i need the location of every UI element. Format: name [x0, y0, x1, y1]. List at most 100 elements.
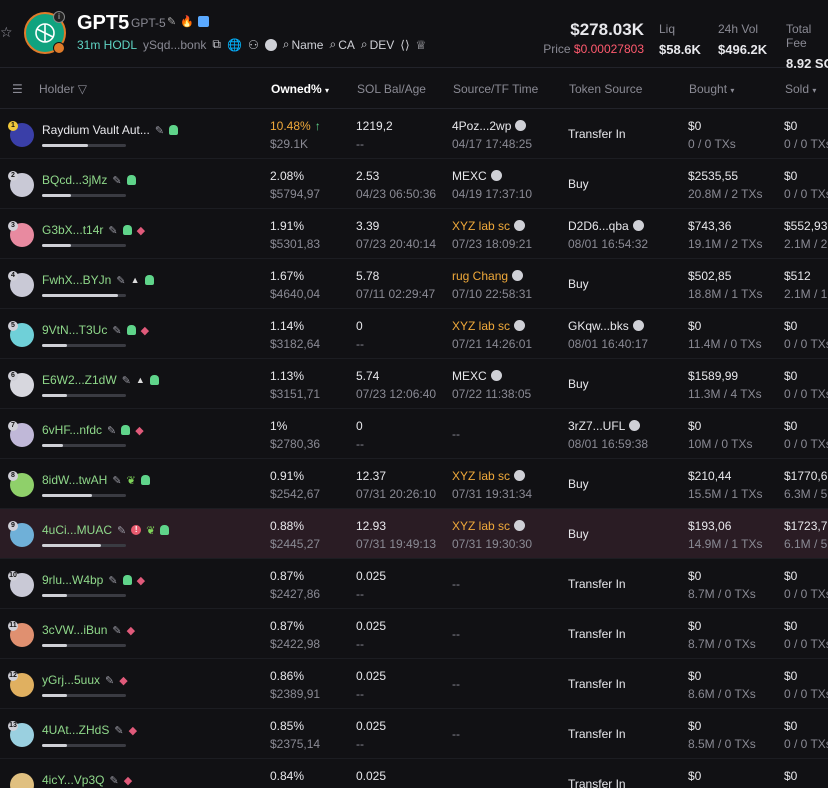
- coin-icon[interactable]: [264, 38, 277, 51]
- bought-value: $0: [688, 569, 702, 583]
- holder-name[interactable]: 4icY...Vp3Q: [42, 773, 104, 787]
- holding-bar-fill: [42, 394, 68, 397]
- user-icon: [122, 575, 132, 585]
- holder-name-cell[interactable]: G3bX...t14r ✎ ◆: [42, 223, 145, 237]
- exchange-icon: [632, 220, 644, 231]
- token-source: Buy: [568, 277, 589, 291]
- edit-icon[interactable]: ✎: [116, 274, 125, 287]
- holder-name[interactable]: 6vHF...nfdc: [42, 423, 102, 437]
- crown-icon[interactable]: ♕: [416, 38, 427, 52]
- holder-name-cell[interactable]: FwhX...BYJn ✎ ▲: [42, 273, 154, 287]
- search-icon: ⌕: [329, 37, 337, 51]
- col-sold[interactable]: Sold ▾: [785, 82, 816, 96]
- edit-icon[interactable]: ✎: [109, 774, 118, 787]
- holder-name[interactable]: G3bX...t14r: [42, 223, 103, 237]
- holder-name-cell[interactable]: 8idW...twAH ✎ ❦: [42, 473, 150, 487]
- funding-time: 07/10 22:58:31: [452, 287, 533, 301]
- owned-usd: $3182,64: [270, 337, 321, 351]
- holder-name[interactable]: yGrj...5uux: [42, 673, 100, 687]
- search-name-button[interactable]: ⌕ Name: [283, 37, 324, 52]
- table-row[interactable]: 6 E6W2...Z1dW ✎ ▲ 1.13% $3151,71 5.74 07/23 12:…: [0, 359, 828, 409]
- holder-name[interactable]: 9VtN...T3Uc: [42, 323, 107, 337]
- token-subtitle: GPT-5: [131, 16, 166, 30]
- table-row[interactable]: 5 9VtN...T3Uc ✎ ◆ 1.14% $3182,64 0 -- XYZ lab sc…: [0, 309, 828, 359]
- col-sol-bal[interactable]: SOL Bal/Age: [357, 82, 426, 96]
- edit-icon[interactable]: ✎: [117, 524, 126, 537]
- table-row[interactable]: 4 FwhX...BYJn ✎ ▲ 1.67% $4640,04 5.78 07/11 02:…: [0, 259, 828, 309]
- funding-source: XYZ lab sc: [452, 469, 526, 483]
- settings-sliders-icon[interactable]: ☰: [12, 82, 23, 96]
- table-row[interactable]: 13 4UAt...ZHdS ✎ ◆ 0.85% $2375,14 0.025 -- -- Tra…: [0, 709, 828, 759]
- table-row[interactable]: 11 3cVW...iBun ✎ ◆ 0.87% $2422,98 0.025 -- -- Tra…: [0, 609, 828, 659]
- table-row[interactable]: 3 G3bX...t14r ✎ ◆ 1.91% $5301,83 3.39 07/23 20:…: [0, 209, 828, 259]
- holder-name-cell[interactable]: yGrj...5uux ✎ ◆: [42, 673, 128, 687]
- edit-icon[interactable]: ✎: [114, 724, 123, 737]
- edit-icon[interactable]: ✎: [112, 624, 121, 637]
- table-row[interactable]: 9 4uCi...MUAC ✎! ❦ 0.88% $2445,27 12.93 07/31 1…: [0, 509, 828, 559]
- holder-name-cell[interactable]: BQcd...3jMz ✎: [42, 173, 136, 187]
- holder-name[interactable]: FwhX...BYJn: [42, 273, 111, 287]
- table-row[interactable]: 8 8idW...twAH ✎ ❦ 0.91% $2542,67 12.37 07/31 20…: [0, 459, 828, 509]
- holder-name-cell[interactable]: E6W2...Z1dW ✎ ▲: [42, 373, 159, 387]
- user-icon: [122, 225, 132, 235]
- col-source[interactable]: Source/TF Time: [453, 82, 538, 96]
- holder-name-cell[interactable]: 9VtN...T3Uc ✎ ◆: [42, 323, 149, 337]
- bought-value: $502,85: [688, 269, 732, 283]
- copy-icon[interactable]: ⧉: [212, 37, 221, 52]
- sold-value: $0: [784, 369, 798, 383]
- funding-source: XYZ lab sc: [452, 319, 526, 333]
- edit-icon[interactable]: ✎: [122, 374, 131, 387]
- token-source: D2D6...qba: [568, 219, 644, 233]
- holder-name[interactable]: Raydium Vault Aut...: [42, 123, 150, 137]
- hodl-time: 31m HODL: [77, 37, 138, 52]
- holder-name[interactable]: 4uCi...MUAC: [42, 523, 112, 537]
- holder-name-cell[interactable]: 4icY...Vp3Q ✎ ◆: [42, 773, 132, 787]
- edit-icon[interactable]: ✎: [155, 124, 164, 137]
- table-row[interactable]: 4icY...Vp3Q ✎ ◆ 0.84% 0.025 Transfer In $0 $0: [0, 759, 828, 788]
- search-ca-button[interactable]: ⌕ CA: [329, 37, 354, 52]
- edit-icon[interactable]: ✎: [167, 15, 176, 28]
- contract-address[interactable]: ySqd...bonk: [143, 38, 206, 52]
- holding-bar-fill: [42, 744, 68, 747]
- globe-icon[interactable]: 🌐: [227, 38, 242, 52]
- col-bought[interactable]: Bought ▾: [689, 82, 734, 96]
- funding-source: --: [452, 677, 460, 691]
- table-row[interactable]: 10 9rlu...W4bp ✎ ◆ 0.87% $2427,86 0.025 -- -- Tra…: [0, 559, 828, 609]
- sprout-icon: ❦: [146, 524, 156, 537]
- col-owned[interactable]: Owned% ▾: [271, 82, 329, 96]
- table-row[interactable]: 1 Raydium Vault Aut... ✎ 10.48% ↑ $29.1K 1219,…: [0, 109, 828, 159]
- holder-name-cell[interactable]: Raydium Vault Aut... ✎: [42, 123, 179, 137]
- owned-percent: 0.85%: [270, 719, 305, 733]
- share-icon[interactable]: ⟨⟩: [400, 38, 409, 52]
- holder-name-cell[interactable]: 4UAt...ZHdS ✎ ◆: [42, 723, 137, 737]
- holding-bar: [42, 244, 126, 247]
- col-holder[interactable]: Holder ▽: [39, 82, 87, 96]
- bought-txs: 8.7M / 0 TXs: [688, 637, 756, 651]
- holder-name[interactable]: 8idW...twAH: [42, 473, 107, 487]
- search-dev-button[interactable]: ⌕ DEV: [361, 37, 394, 52]
- edit-icon[interactable]: ✎: [105, 674, 114, 687]
- funding-source: rug Chang: [452, 269, 524, 283]
- edit-icon[interactable]: ✎: [112, 324, 121, 337]
- holder-name[interactable]: BQcd...3jMz: [42, 173, 107, 187]
- holder-name-cell[interactable]: 9rlu...W4bp ✎ ◆: [42, 573, 145, 587]
- rank-badge: 6: [8, 371, 18, 381]
- edit-icon[interactable]: ✎: [112, 474, 121, 487]
- holder-name-cell[interactable]: 4uCi...MUAC ✎! ❦: [42, 523, 170, 537]
- edit-icon[interactable]: ✎: [108, 224, 117, 237]
- edit-icon[interactable]: ✎: [112, 174, 121, 187]
- holder-name-cell[interactable]: 6vHF...nfdc ✎ ◆: [42, 423, 144, 437]
- holder-name[interactable]: 9rlu...W4bp: [42, 573, 103, 587]
- holder-name[interactable]: E6W2...Z1dW: [42, 373, 117, 387]
- table-row[interactable]: 2 BQcd...3jMz ✎ 2.08% $5794,97 2.53 04/23 06:5…: [0, 159, 828, 209]
- table-row[interactable]: 12 yGrj...5uux ✎ ◆ 0.86% $2389,91 0.025 -- -- Tra…: [0, 659, 828, 709]
- edit-icon[interactable]: ✎: [107, 424, 116, 437]
- star-icon[interactable]: ☆: [0, 25, 14, 39]
- col-token-source[interactable]: Token Source: [569, 82, 642, 96]
- edit-icon[interactable]: ✎: [108, 574, 117, 587]
- community-icon[interactable]: ⚇: [248, 38, 259, 52]
- holder-name[interactable]: 4UAt...ZHdS: [42, 723, 109, 737]
- holder-name-cell[interactable]: 3cVW...iBun ✎ ◆: [42, 623, 135, 637]
- holder-name[interactable]: 3cVW...iBun: [42, 623, 107, 637]
- table-row[interactable]: 7 6vHF...nfdc ✎ ◆ 1% $2780,36 0 -- -- 3rZ7...UFL 0…: [0, 409, 828, 459]
